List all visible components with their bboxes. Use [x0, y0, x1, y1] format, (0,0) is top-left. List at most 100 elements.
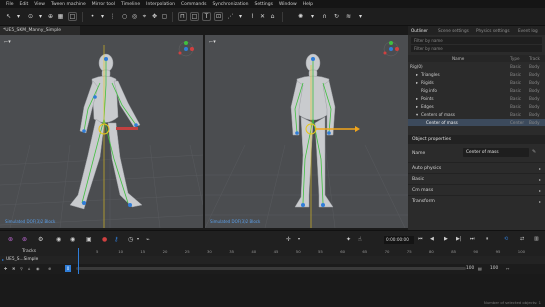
expand-arrow-icon[interactable]: ▸: [416, 79, 418, 86]
filter-hint[interactable]: Filter by name: [411, 45, 542, 52]
hand-icon[interactable]: ☝: [358, 236, 362, 243]
tree-row[interactable]: Rig info Basic Body: [408, 87, 545, 94]
layers-icon[interactable]: ≋: [344, 12, 353, 21]
add-track-icon[interactable]: ✚: [4, 266, 7, 271]
tab-event-log[interactable]: Event log: [518, 26, 538, 35]
menu-file[interactable]: File: [6, 2, 14, 7]
timeline-ruler[interactable]: [0, 248, 545, 256]
playhead[interactable]: [78, 248, 79, 274]
play-icon[interactable]: ▶: [444, 236, 448, 242]
range-menu-icon[interactable]: ▤: [478, 266, 482, 271]
transform-center-icon[interactable]: ✛: [286, 236, 291, 243]
eye-icon[interactable]: ◉: [36, 266, 40, 271]
dropdown-chevron-icon[interactable]: ▾: [308, 12, 317, 21]
expand-arrow-icon[interactable]: ▸: [416, 103, 418, 110]
go-to-start-icon[interactable]: ⏮: [418, 236, 423, 242]
loop-icon[interactable]: ⟲: [504, 236, 508, 242]
local-space-icon[interactable]: ⊕: [46, 12, 55, 21]
expand-arrow-icon[interactable]: ▸: [416, 95, 418, 102]
menu-mirror-tool[interactable]: Mirror tool: [92, 2, 115, 7]
tree-row[interactable]: Rig(0) Basic Body: [408, 63, 545, 70]
menu-edit[interactable]: Edit: [20, 2, 29, 7]
frame-icon[interactable]: ⊡: [214, 12, 223, 21]
magnet-icon[interactable]: ∩: [320, 12, 329, 21]
menu-help[interactable]: Help: [303, 2, 313, 7]
tween-icon[interactable]: ⌁: [146, 236, 150, 243]
tab-scene-settings[interactable]: Scene settings: [438, 26, 469, 35]
transform-tool-icon[interactable]: ⊙: [26, 12, 35, 21]
time-display[interactable]: 0:00:00:00: [384, 236, 414, 244]
bones-icon[interactable]: ⌇: [248, 12, 257, 21]
lock-icon[interactable]: ⌂: [268, 12, 277, 21]
document-tab[interactable]: *UE5_SKM_Manny_Simple: [0, 26, 80, 35]
go-to-end-icon[interactable]: ⏭: [470, 236, 475, 242]
menu-view[interactable]: View: [34, 2, 45, 7]
track-row[interactable]: ▸ UE5_S...Simple: [0, 256, 545, 264]
column-name[interactable]: Name: [452, 55, 464, 62]
section-transform[interactable]: Transform ▸: [408, 195, 545, 206]
tree-row[interactable]: ▸ Rigids Basic Body: [408, 79, 545, 86]
frame-start-field[interactable]: 0: [65, 265, 71, 272]
grid-icon[interactable]: ▦: [56, 12, 65, 21]
tree-row[interactable]: ▸ Points Basic Body: [408, 95, 545, 102]
dots-icon[interactable]: ⋰: [226, 12, 235, 21]
point-icon[interactable]: •: [88, 12, 97, 21]
square-icon[interactable]: □: [190, 12, 199, 21]
column-track[interactable]: Track: [529, 55, 540, 62]
settings-icon[interactable]: ⚙: [38, 236, 43, 243]
sparkle-icon[interactable]: ✦: [346, 236, 351, 243]
timeline-mode-icon[interactable]: ⊛: [8, 236, 13, 243]
dropdown-chevron-icon[interactable]: ▾: [298, 236, 300, 241]
keyframe-mode-icon[interactable]: ⊛: [22, 236, 27, 243]
range-slider[interactable]: [76, 267, 466, 270]
menu-timeline[interactable]: Timeline: [121, 2, 140, 7]
menu-tween-machine[interactable]: Tween machine: [51, 2, 86, 7]
frame-end-field[interactable]: 100: [466, 266, 474, 271]
select-tool-icon[interactable]: ↖: [4, 12, 13, 21]
menu-window[interactable]: Window: [279, 2, 297, 7]
filter-icon[interactable]: ⚲: [20, 266, 23, 271]
remove-track-icon[interactable]: ✖: [12, 266, 15, 271]
sun-icon[interactable]: ✺: [296, 12, 305, 21]
expand-arrow-icon[interactable]: ▸: [416, 71, 418, 78]
collapse-arrow-icon[interactable]: ▾: [416, 111, 418, 118]
step-back-icon[interactable]: ◀: [430, 236, 434, 242]
column-type[interactable]: Type: [510, 55, 520, 62]
tree-row[interactable]: ▸ Triangles Basic Body: [408, 71, 545, 78]
tab-outliner[interactable]: Outliner: [411, 26, 428, 35]
timeline-icon[interactable]: ▣: [86, 236, 92, 243]
pin-icon[interactable]: ⌖: [140, 12, 149, 21]
target-icon[interactable]: ◉: [56, 236, 61, 243]
dropdown-chevron-icon[interactable]: ▾: [98, 12, 107, 21]
section-cm-mass[interactable]: Cm mass ▸: [408, 184, 545, 195]
box-icon[interactable]: ▢: [160, 12, 169, 21]
zoom-icon[interactable]: ⊕: [48, 266, 51, 271]
pause-icon[interactable]: ⏸: [486, 236, 489, 242]
target-icon[interactable]: ◎: [130, 12, 139, 21]
rotate-icon[interactable]: ↻: [332, 12, 341, 21]
section-auto-physics[interactable]: Auto physics ▸: [408, 162, 545, 173]
tree-row[interactable]: ▸ Edges Basic Body: [408, 103, 545, 110]
tab-physics-settings[interactable]: Physics settings: [476, 26, 510, 35]
dropdown-chevron-icon[interactable]: ▾: [36, 12, 45, 21]
step-forward-icon[interactable]: ▶|: [456, 236, 462, 242]
key-icon[interactable]: ⚷: [114, 236, 118, 243]
lock-icon[interactable]: ⌂: [28, 266, 31, 271]
menu-synchronization[interactable]: Synchronization: [212, 2, 248, 7]
menu-settings[interactable]: Settings: [254, 2, 272, 7]
axes-icon[interactable]: ✕: [258, 12, 267, 21]
menu-interpolation[interactable]: Interpolation: [146, 2, 175, 7]
record-icon[interactable]: ◉: [70, 236, 75, 243]
tree-row[interactable]: ▾ Centers of mass Basic Body: [408, 111, 545, 118]
dropdown-chevron-icon[interactable]: ▾: [356, 12, 365, 21]
move-icon[interactable]: ✥: [150, 12, 159, 21]
text-icon[interactable]: T: [202, 12, 211, 21]
chain-icon[interactable]: ⋮: [108, 12, 117, 21]
clock-icon[interactable]: ◷: [128, 236, 133, 243]
dropdown-chevron-icon[interactable]: ▾: [14, 12, 23, 21]
edit-icon[interactable]: ✎: [532, 149, 536, 155]
camera-icon[interactable]: ⌐▾: [4, 39, 11, 45]
section-basic[interactable]: Basic ▸: [408, 173, 545, 184]
align-icon[interactable]: ⊓: [178, 12, 187, 21]
select-box-icon[interactable]: □: [68, 12, 77, 21]
